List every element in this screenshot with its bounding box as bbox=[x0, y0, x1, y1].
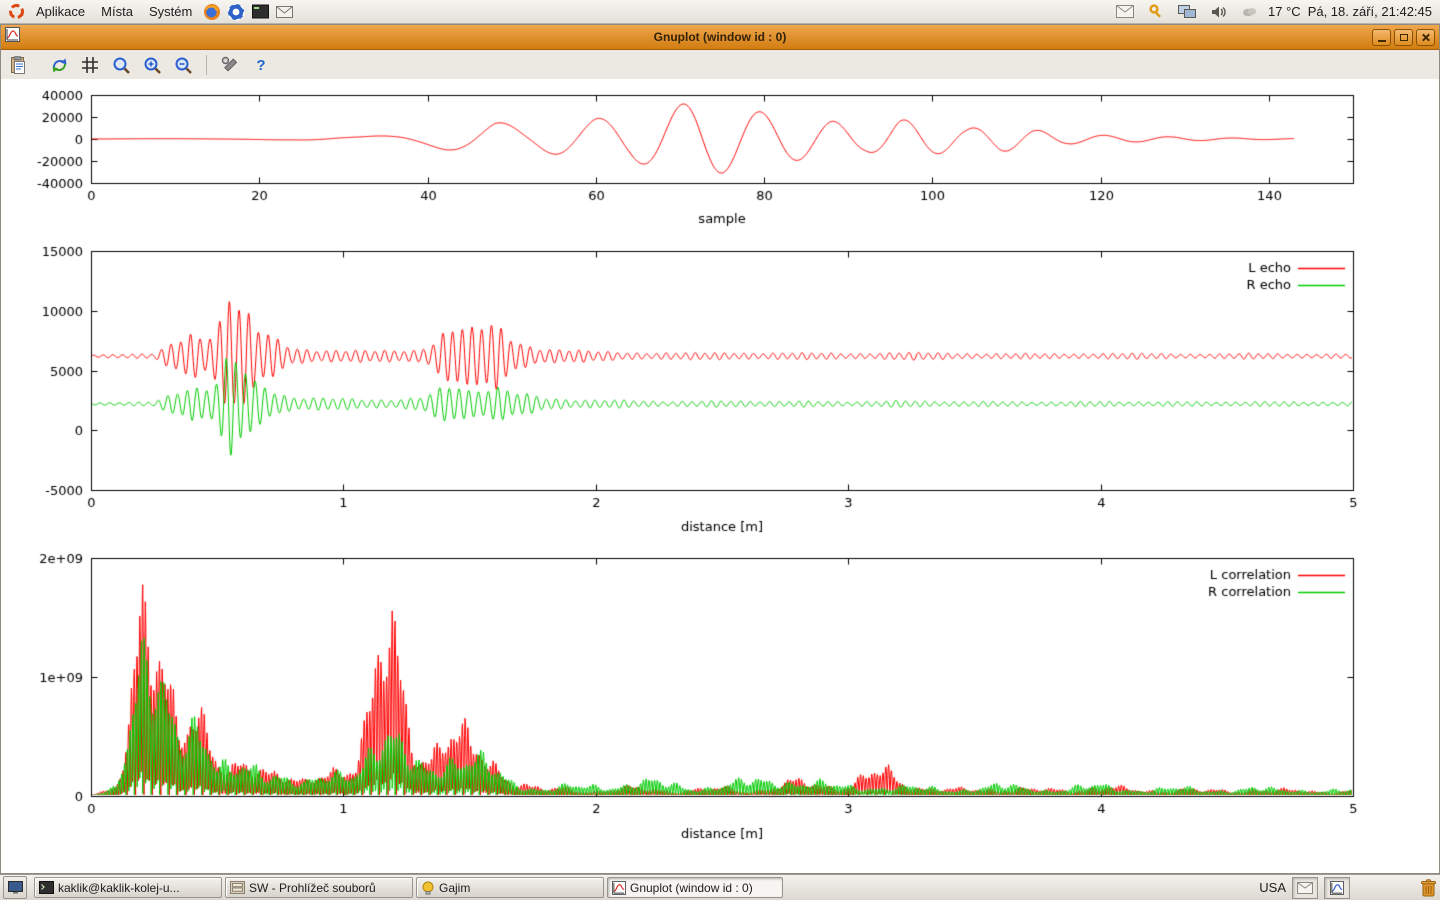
taskbar-button-terminal[interactable]: kaklik@kaklik-kolej-u... bbox=[34, 877, 222, 898]
terminal-icon bbox=[39, 881, 54, 894]
close-icon bbox=[1421, 33, 1430, 42]
help-button[interactable]: ? bbox=[250, 54, 272, 76]
key-icon[interactable] bbox=[1146, 2, 1166, 22]
plot-canvas[interactable] bbox=[1, 79, 1439, 873]
temperature-label[interactable]: 17 °C bbox=[1268, 4, 1301, 19]
gajim-icon bbox=[421, 881, 435, 895]
toolbar: ? bbox=[1, 50, 1439, 81]
menu-places[interactable]: Místa bbox=[93, 2, 141, 21]
close-button[interactable] bbox=[1416, 29, 1435, 46]
taskbar-button-label: SW - Prohlížeč souborů bbox=[249, 881, 376, 895]
help-launcher-icon[interactable] bbox=[226, 2, 246, 22]
menu-system[interactable]: Systém bbox=[141, 2, 200, 21]
taskbar-button-label: kaklik@kaklik-kolej-u... bbox=[58, 881, 180, 895]
minimize-icon bbox=[1378, 40, 1386, 42]
top-panel: Aplikace Místa Systém 17 °C Pá, 18. září… bbox=[0, 0, 1440, 24]
distributor-logo-icon[interactable] bbox=[6, 2, 26, 22]
gnuplot-window: Gnuplot (window id : 0) ? bbox=[0, 24, 1440, 874]
file-manager-icon bbox=[230, 881, 245, 894]
terminal-launcher-icon[interactable] bbox=[250, 2, 270, 22]
maximize-icon bbox=[1400, 34, 1408, 41]
mail-compose-launcher-icon[interactable] bbox=[274, 2, 294, 22]
taskbar-button-gajim[interactable]: Gajim bbox=[416, 877, 604, 898]
titlebar[interactable]: Gnuplot (window id : 0) bbox=[1, 25, 1439, 50]
help-icon: ? bbox=[256, 57, 265, 74]
taskbar-button-label: Gajim bbox=[439, 881, 470, 895]
autoscale-button[interactable] bbox=[172, 54, 194, 76]
zoom-previous-button[interactable] bbox=[110, 54, 132, 76]
mail-tray-icon[interactable] bbox=[1292, 877, 1318, 899]
trash-icon[interactable] bbox=[1420, 879, 1437, 897]
firefox-launcher-icon[interactable] bbox=[202, 2, 222, 22]
window-title: Gnuplot (window id : 0) bbox=[1, 30, 1439, 44]
configure-button[interactable] bbox=[219, 54, 241, 76]
copy-to-clipboard-button[interactable] bbox=[7, 54, 29, 76]
tray-app-icon[interactable] bbox=[1324, 877, 1350, 899]
show-desktop-button[interactable] bbox=[3, 876, 27, 899]
taskbar-button-file-browser[interactable]: SW - Prohlížeč souborů bbox=[225, 877, 413, 898]
gnuplot-window-icon bbox=[5, 27, 20, 47]
weather-icon[interactable] bbox=[1239, 2, 1259, 22]
plot-area bbox=[1, 79, 1439, 873]
toggle-grid-button[interactable] bbox=[79, 54, 101, 76]
zoom-next-button[interactable] bbox=[141, 54, 163, 76]
taskbar-button-label: Gnuplot (window id : 0) bbox=[630, 881, 753, 895]
taskbar: kaklik@kaklik-kolej-u... SW - Prohlížeč … bbox=[0, 874, 1440, 900]
replot-button[interactable] bbox=[48, 54, 70, 76]
minimize-button[interactable] bbox=[1372, 29, 1391, 46]
keyboard-layout-indicator[interactable]: USA bbox=[1259, 880, 1286, 895]
maximize-button[interactable] bbox=[1394, 29, 1413, 46]
menu-applications[interactable]: Aplikace bbox=[28, 2, 93, 21]
clock-label[interactable]: Pá, 18. září, 21:42:45 bbox=[1308, 4, 1432, 19]
gnuplot-icon bbox=[612, 881, 626, 895]
mail-notification-icon[interactable] bbox=[1115, 2, 1135, 22]
volume-icon[interactable] bbox=[1208, 2, 1228, 22]
taskbar-button-gnuplot[interactable]: Gnuplot (window id : 0) bbox=[607, 877, 783, 898]
display-icon[interactable] bbox=[1177, 2, 1197, 22]
toolbar-separator bbox=[206, 55, 207, 75]
